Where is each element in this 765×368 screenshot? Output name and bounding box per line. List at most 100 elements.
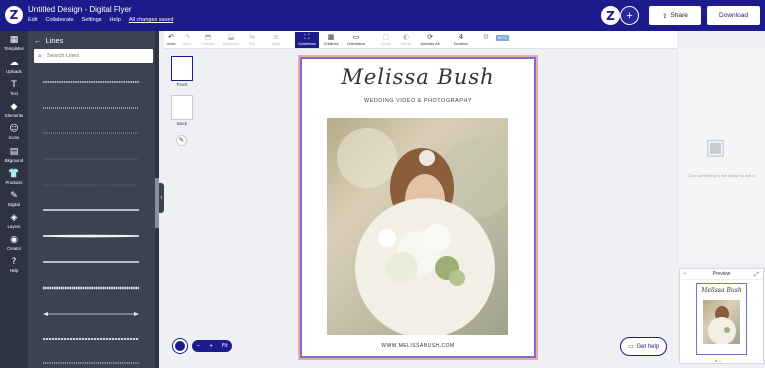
line-style-3[interactable] — [43, 129, 139, 137]
help-icon: ? — [11, 257, 17, 267]
tool-label: Duration — [453, 42, 469, 46]
forward-button[interactable]: ⬒ Forward — [198, 32, 218, 48]
bride-photo-art — [337, 128, 508, 335]
rail-label: Templates — [4, 46, 24, 51]
rail-item-digital[interactable]: ✎ Digital — [0, 191, 28, 213]
expand-icon[interactable]: ⤢ — [754, 269, 759, 280]
rail-label: Elements — [5, 113, 23, 118]
flyer-subtitle[interactable]: WEDDING VIDEO & PHOTOGRAPHY — [302, 98, 534, 104]
tool-label: Orientation — [346, 42, 366, 46]
redo-button[interactable]: ↷ Redo — [179, 32, 195, 48]
search-input[interactable] — [47, 51, 147, 61]
blend-button[interactable]: ◐ Blend — [398, 32, 414, 48]
rail-item-text[interactable]: T Text — [0, 80, 28, 102]
back-arrow-icon[interactable]: ← — [34, 36, 42, 45]
flyer-website[interactable]: WWW.MELISSABUSH.COM — [302, 343, 534, 349]
line-style-11[interactable] — [43, 335, 139, 343]
flip-button[interactable]: ⇋ Flip — [244, 32, 260, 48]
guidelines-icon: ⛶ — [304, 33, 310, 41]
line-style-1[interactable] — [43, 78, 139, 86]
line-style-9[interactable] — [43, 284, 139, 292]
page-thumb-back[interactable] — [171, 95, 193, 120]
text-icon: T — [11, 80, 17, 90]
elements-icon: ◆ — [10, 102, 18, 112]
preview-header: − Preview ⤢ — [680, 269, 763, 280]
align-button[interactable]: ≡ Align — [268, 32, 284, 48]
menu-collaborate[interactable]: Collaborate — [45, 17, 73, 23]
menu-help[interactable]: Help — [110, 17, 121, 23]
zoom-fit-button[interactable]: Fit — [222, 343, 228, 349]
beta-badge: BETA — [496, 35, 509, 41]
tool-label: Gridlines — [323, 42, 339, 46]
get-help-label: Get help — [636, 343, 660, 350]
rail-label: Layers — [7, 224, 21, 229]
collapse-panel-button[interactable]: ‹ — [159, 183, 164, 213]
rail-item-creator[interactable]: ◉ Creator — [0, 235, 28, 257]
duration-field[interactable]: 4 Duration — [450, 32, 472, 48]
undo-button[interactable]: ↶ Undo — [164, 32, 178, 48]
flyer-name[interactable]: Melissa Bush — [302, 65, 534, 89]
chevron-left-icon: ‹ — [160, 195, 163, 201]
rail-item-layers[interactable]: ◈ Layers — [0, 213, 28, 235]
rail-item-elements[interactable]: ◆ Elements — [0, 102, 28, 124]
panel-title: Lines — [45, 36, 64, 45]
group-icon: ▢ — [382, 33, 390, 41]
animate-all-button[interactable]: ⟳ Animate All — [418, 32, 442, 48]
line-style-8[interactable] — [43, 258, 139, 266]
rail-item-products[interactable]: 👕 Products — [0, 169, 28, 191]
tool-label: Guidelines — [298, 42, 316, 46]
line-style-12[interactable] — [43, 359, 139, 367]
orientation-button[interactable]: ▭ Orientation — [343, 32, 369, 48]
left-rail: ▦ Templates ☁ Uploads T Text ◆ Elements ☺ Ico… — [0, 31, 28, 368]
zoom-controls: − + Fit — [192, 340, 232, 352]
save-status[interactable]: All changes saved — [129, 17, 174, 23]
theme-toggle-button[interactable] — [173, 339, 187, 353]
animate-icon: ⟳ — [427, 33, 433, 41]
rail-item-icons[interactable]: ☺ Icons — [0, 124, 28, 146]
redo-icon: ↷ — [184, 33, 190, 41]
document-title[interactable]: Untitled Design - Digital Flyer — [28, 5, 132, 14]
rail-label: Products — [5, 180, 23, 185]
group-button[interactable]: ▢ Group — [378, 32, 394, 48]
rail-label: Digital — [8, 202, 20, 207]
tool-label: Animate All — [420, 42, 440, 46]
get-help-button[interactable]: ▭ Get help — [620, 337, 667, 356]
tool-label: Undo — [166, 42, 176, 46]
add-collaborator-button[interactable]: + — [620, 6, 639, 25]
gear-icon: ⚙ — [482, 33, 490, 41]
settings-button[interactable]: ⚙ — [480, 32, 492, 48]
app-logo[interactable]: Z — [5, 6, 23, 24]
rail-item-help[interactable]: ? Help — [0, 257, 28, 279]
share-button[interactable]: ⇪ Share — [649, 6, 701, 25]
backward-button[interactable]: ⬓ Backward — [220, 32, 242, 48]
bride-photo[interactable] — [327, 118, 508, 335]
line-style-2[interactable] — [43, 104, 139, 112]
rail-item-templates[interactable]: ▦ Templates — [0, 35, 28, 57]
download-button[interactable]: Download — [707, 6, 760, 25]
zoom-out-button[interactable]: − — [196, 343, 200, 349]
menu-edit[interactable]: Edit — [28, 17, 37, 23]
preview-page-dots[interactable]: ● ○ — [715, 358, 721, 363]
preview-thumbnail[interactable]: Melissa Bush — [696, 283, 747, 355]
guidelines-button[interactable]: ⛶ Guidelines — [295, 32, 319, 48]
zoom-in-button[interactable]: + — [209, 343, 213, 349]
gridlines-button[interactable]: ▦ Gridlines — [321, 32, 341, 48]
line-style-4[interactable] — [43, 155, 139, 163]
brush-button[interactable]: ✎ — [176, 135, 187, 146]
tool-label: Align — [271, 42, 281, 46]
line-style-5[interactable] — [43, 181, 139, 189]
line-style-10[interactable] — [43, 310, 139, 318]
panel-header[interactable]: ← Lines — [34, 36, 63, 45]
menu-settings[interactable]: Settings — [82, 17, 102, 23]
line-style-6[interactable] — [43, 206, 139, 214]
search-box[interactable]: ⌕ — [34, 49, 153, 63]
line-style-7[interactable] — [43, 232, 139, 240]
avatar[interactable]: Z — [601, 6, 620, 25]
rail-item-uploads[interactable]: ☁ Uploads — [0, 58, 28, 80]
rail-item-background[interactable]: ▤ Bkground — [0, 147, 28, 169]
page-thumb-front[interactable] — [171, 56, 193, 81]
minimize-icon[interactable]: − — [683, 269, 687, 280]
digital-icon: ✎ — [10, 191, 18, 201]
rail-label: Help — [9, 268, 19, 273]
upload-icon: ☁ — [9, 58, 19, 68]
